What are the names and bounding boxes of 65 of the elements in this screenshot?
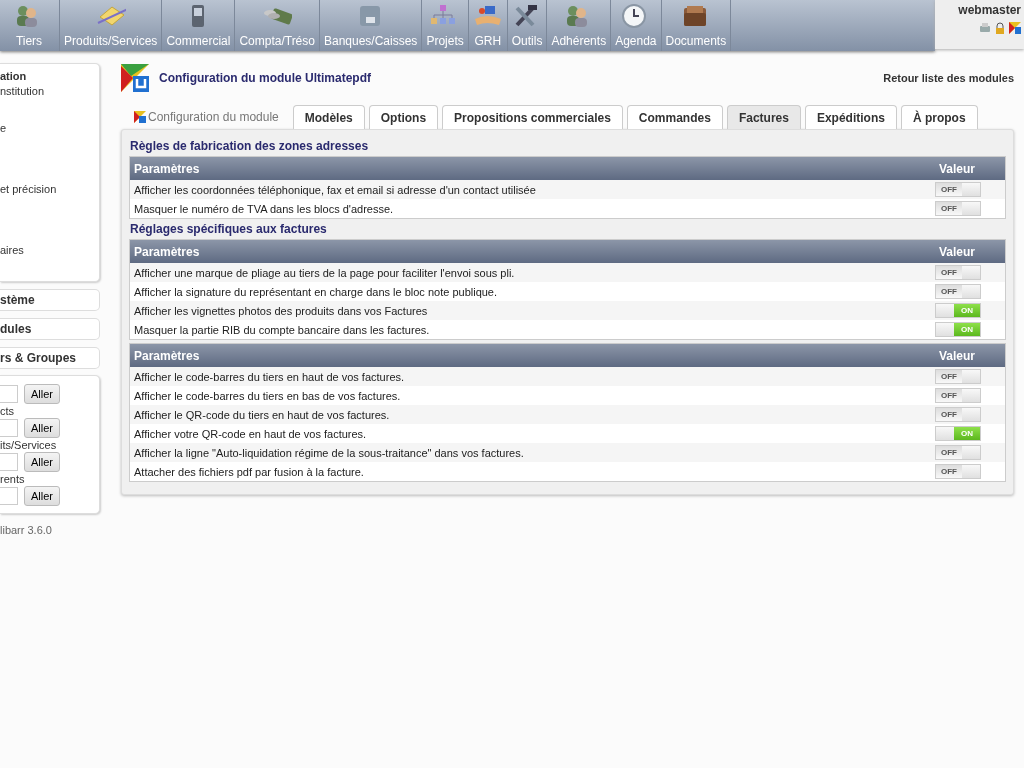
tab[interactable]: Propositions commerciales xyxy=(442,105,623,129)
column-header: Valeur xyxy=(938,348,975,363)
tab[interactable]: À propos xyxy=(900,105,978,129)
sidebar-link[interactable]: ation xyxy=(0,69,99,84)
toggle-switch[interactable]: OFF xyxy=(935,182,981,197)
tab-heading: Configuration du module xyxy=(148,110,279,124)
toggle-switch[interactable]: OFF xyxy=(935,407,981,422)
setting-label: Afficher les vignettes photos des produits dans vos Factures xyxy=(134,304,428,317)
back-link[interactable]: Retour liste des modules xyxy=(883,72,1014,84)
printer-icon xyxy=(979,22,991,34)
toggle-switch[interactable]: OFF xyxy=(935,369,981,384)
search-field[interactable] xyxy=(0,385,18,403)
tab[interactable]: Modèles xyxy=(292,105,365,129)
sidebar-link[interactable]: et précision xyxy=(0,182,99,197)
setting-label: Afficher une marque de pliage au tiers de la page pour faciliter l'envoi sous pli. xyxy=(134,266,515,279)
setting-label: Afficher la ligne "Auto-liquidation régime de la sous-traitance" dans vos factures. xyxy=(134,446,524,459)
sidebar-link[interactable]: nstitution xyxy=(0,84,99,99)
toggle-switch[interactable]: OFF xyxy=(935,284,981,299)
sidebar-link[interactable]: e xyxy=(0,121,99,136)
setting-label: Masquer le numéro de TVA dans les blocs d'adresse. xyxy=(134,202,394,215)
sidebar-link[interactable]: aires xyxy=(0,243,99,258)
toggle-switch[interactable]: OFF xyxy=(935,445,981,460)
column-header: Paramètres xyxy=(134,161,200,176)
search-label: cts xyxy=(0,405,16,418)
setting-label: Afficher les coordonnées téléphonique, fax et email si adresse d'un contact utilisée xyxy=(134,183,536,196)
setting-label: Afficher le code-barres du tiers en haut de vos factures. xyxy=(134,370,405,383)
go-button[interactable]: Aller xyxy=(24,384,60,404)
tab[interactable]: Commandes xyxy=(626,105,723,129)
tab[interactable]: Factures xyxy=(726,105,801,129)
section-title: Réglages spécifiques aux factures xyxy=(130,222,328,238)
search-field[interactable] xyxy=(0,453,18,471)
phone-icon xyxy=(191,3,206,29)
search-field[interactable] xyxy=(0,419,18,437)
search-field[interactable] xyxy=(0,487,18,505)
toggle-switch[interactable]: OFF xyxy=(935,265,981,280)
tab[interactable]: Options xyxy=(368,105,439,129)
section-title: Règles de fabrication des zones adresses xyxy=(130,139,370,155)
sidebar-section[interactable]: rs & Groupes xyxy=(0,347,100,369)
go-button[interactable]: Aller xyxy=(24,486,60,506)
tab[interactable]: Expéditions xyxy=(804,105,897,129)
sidebar-section[interactable]: stème xyxy=(0,289,100,311)
sidebar-section[interactable]: dules xyxy=(0,318,100,340)
module-logo-icon xyxy=(1009,22,1021,34)
column-header: Paramètres xyxy=(134,244,200,259)
search-label: its/Services xyxy=(0,439,58,452)
version-text: libarr 3.6.0 xyxy=(0,524,53,536)
column-header: Paramètres xyxy=(134,348,200,363)
toggle-switch[interactable]: OFF xyxy=(935,464,981,479)
column-header: Valeur xyxy=(938,161,975,176)
setting-label: Afficher votre QR-code en haut de vos factures. xyxy=(134,427,367,440)
go-button[interactable]: Aller xyxy=(24,418,60,438)
setting-label: Masquer la partie RIB du compte bancaire dans les factures. xyxy=(134,323,430,336)
padlock-icon xyxy=(994,22,1006,34)
setting-label: Afficher le QR-code du tiers en haut de vos factures. xyxy=(134,408,390,421)
setting-label: Afficher la signature du représentant en charge dans le bloc note publique. xyxy=(134,285,498,298)
page-title: Configuration du module Ultimatepdf xyxy=(159,71,372,85)
module-logo-icon xyxy=(134,111,146,123)
toggle-switch[interactable]: OFF xyxy=(935,388,981,403)
setting-label: Afficher le code-barres du tiers en bas de vos factures. xyxy=(134,389,401,402)
column-header: Valeur xyxy=(938,244,975,259)
toggle-switch[interactable]: OFF xyxy=(935,201,981,216)
setting-label: Attacher des fichiers pdf par fusion à la facture. xyxy=(134,465,364,478)
module-logo-icon xyxy=(121,64,149,92)
search-label: rents xyxy=(0,473,26,486)
go-button[interactable]: Aller xyxy=(24,452,60,472)
